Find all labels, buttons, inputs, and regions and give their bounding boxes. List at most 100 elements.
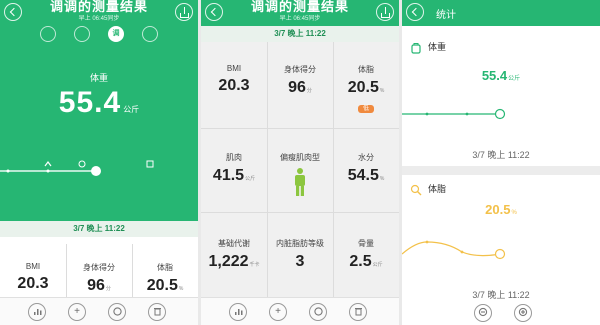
metric-label: BMI (226, 64, 242, 73)
scale-icon[interactable] (108, 303, 126, 321)
stat-value: 55.4 (481, 68, 508, 83)
measure-date: 3/7 晚上 11:22 (0, 221, 198, 237)
status-badge: 低 (357, 105, 374, 113)
metric-bmi[interactable]: BMI 20.3 (0, 262, 66, 293)
statistics-screen: 统计 体重 55.4公斤 3/7 晚上 11:22 体脂 20.5% 3/7 晚… (402, 0, 600, 325)
delete-icon[interactable] (148, 303, 166, 321)
weight-unit: 公斤 (123, 105, 140, 114)
metric-unit: % (379, 176, 385, 182)
metric-label: 身体得分 (284, 65, 316, 74)
trend-current-point (494, 248, 506, 260)
header-bar: 统计 (402, 0, 600, 26)
sync-time: 早上 06:45同步 (279, 16, 321, 22)
metric-label: 体脂 (358, 65, 374, 74)
chart-icon[interactable] (229, 303, 247, 321)
divider (201, 212, 399, 213)
metric-body-score[interactable]: 身体得分 96分 (66, 262, 132, 295)
section-label: 体重 (428, 42, 447, 52)
metric-value: 96 (288, 79, 306, 96)
chart-icon[interactable] (28, 303, 46, 321)
add-icon[interactable]: + (68, 303, 86, 321)
weight-stat: 55.4公斤 (402, 68, 600, 83)
section-divider (402, 166, 600, 175)
trend-point (425, 112, 429, 116)
metric-unit: 公斤 (245, 176, 256, 182)
share-button[interactable] (376, 3, 394, 21)
metric-label: 内脏脂肪等级 (276, 239, 324, 248)
body-figure-icon (295, 168, 305, 196)
metric-unit: 公斤 (372, 262, 383, 268)
metric-unit: 分 (105, 286, 111, 292)
page-title: 调调的测量结果 (49, 0, 148, 14)
tune-icon[interactable]: 调 (108, 26, 124, 42)
body-fat-icon (410, 184, 422, 196)
share-button[interactable] (175, 3, 193, 21)
metric-unit: % (178, 286, 184, 292)
fat-trend-chart (402, 240, 506, 260)
page-title: 统计 (436, 10, 456, 21)
weight-date: 3/7 晚上 11:22 (472, 150, 530, 160)
weight-section-title: 体重 (410, 40, 446, 54)
metric-value: 41.5 (212, 167, 245, 184)
divider (201, 128, 399, 129)
zoom-in-icon[interactable] (514, 304, 532, 322)
section-label: 体脂 (428, 184, 447, 194)
weight-hero: 调 体重 55.4 公斤 (0, 26, 198, 221)
metric-body-score[interactable]: 身体得分 96分 (267, 64, 333, 97)
metric-label: 骨量 (358, 239, 374, 248)
metric-bmr[interactable]: 基础代谢 1,222千卡 (201, 238, 267, 271)
metric-unit: 千卡 (249, 262, 260, 268)
bottom-toolbar: + (0, 297, 198, 325)
sync-time: 早上 06:45同步 (78, 16, 120, 22)
metric-body-fat[interactable]: 体脂 20.5% (132, 262, 198, 295)
weight-value-group: 55.4 公斤 (0, 86, 198, 120)
mode-switcher: 调 (40, 26, 160, 168)
weight-trend-chart (402, 108, 506, 120)
zoom-out-icon[interactable] (474, 304, 492, 322)
metric-body-type[interactable]: 偏瘦肌肉型 (267, 152, 333, 202)
scale-icon[interactable] (309, 303, 327, 321)
metric-visceral-fat[interactable]: 内脏脂肪等级 3 (267, 238, 333, 271)
metric-unit: % (379, 88, 385, 94)
trend-point (425, 240, 429, 244)
bottom-toolbar: + (201, 297, 399, 325)
stat-unit: 公斤 (508, 76, 521, 82)
edit-icon[interactable] (142, 26, 158, 168)
metric-bmi[interactable]: BMI 20.3 (201, 64, 267, 95)
weight-value: 55.4 (58, 86, 122, 119)
metric-value: 3 (295, 253, 305, 270)
running-icon[interactable] (40, 26, 56, 167)
measure-date: 3/7 晚上 11:22 (201, 26, 399, 42)
add-icon[interactable]: + (269, 303, 287, 321)
result-screen-summary: 调调的测量结果 早上 06:45同步 调 体重 55.4 公斤 3/7 晚上 1… (0, 0, 198, 325)
metric-label: 水分 (358, 153, 374, 162)
metric-value: 1,222 (208, 253, 249, 270)
stat-unit: % (511, 210, 517, 216)
back-button[interactable] (406, 3, 424, 21)
trend-point (46, 169, 50, 173)
metric-value: 20.5 (347, 79, 379, 96)
metric-water[interactable]: 水分 54.5% (333, 152, 399, 185)
trend-current-point (91, 166, 101, 176)
header-bar: 调调的测量结果 早上 06:45同步 (201, 0, 399, 26)
metric-bone-mass[interactable]: 骨量 2.5公斤 (333, 238, 399, 271)
body-icon[interactable] (74, 26, 90, 168)
weight-trend-line (0, 166, 101, 176)
metric-value: 54.5 (347, 167, 379, 184)
metric-unit: 分 (306, 88, 312, 94)
metric-label: 体脂 (157, 263, 173, 272)
weight-icon (411, 42, 421, 54)
metric-value: 20.5 (146, 277, 178, 294)
metric-label: BMI (25, 262, 41, 271)
trend-point (460, 250, 464, 254)
trend-point (6, 169, 10, 173)
page-title: 调调的测量结果 (250, 0, 349, 14)
metric-body-fat[interactable]: 体脂 20.5% 低 (333, 64, 399, 115)
trend-current-point (494, 108, 506, 120)
metric-label: 偏瘦肌肉型 (280, 153, 320, 162)
delete-icon[interactable] (349, 303, 367, 321)
metric-muscle[interactable]: 肌肉 41.5公斤 (201, 152, 267, 185)
metric-label: 基础代谢 (218, 239, 250, 248)
metric-label: 身体得分 (83, 263, 115, 272)
metric-label: 肌肉 (226, 153, 242, 162)
